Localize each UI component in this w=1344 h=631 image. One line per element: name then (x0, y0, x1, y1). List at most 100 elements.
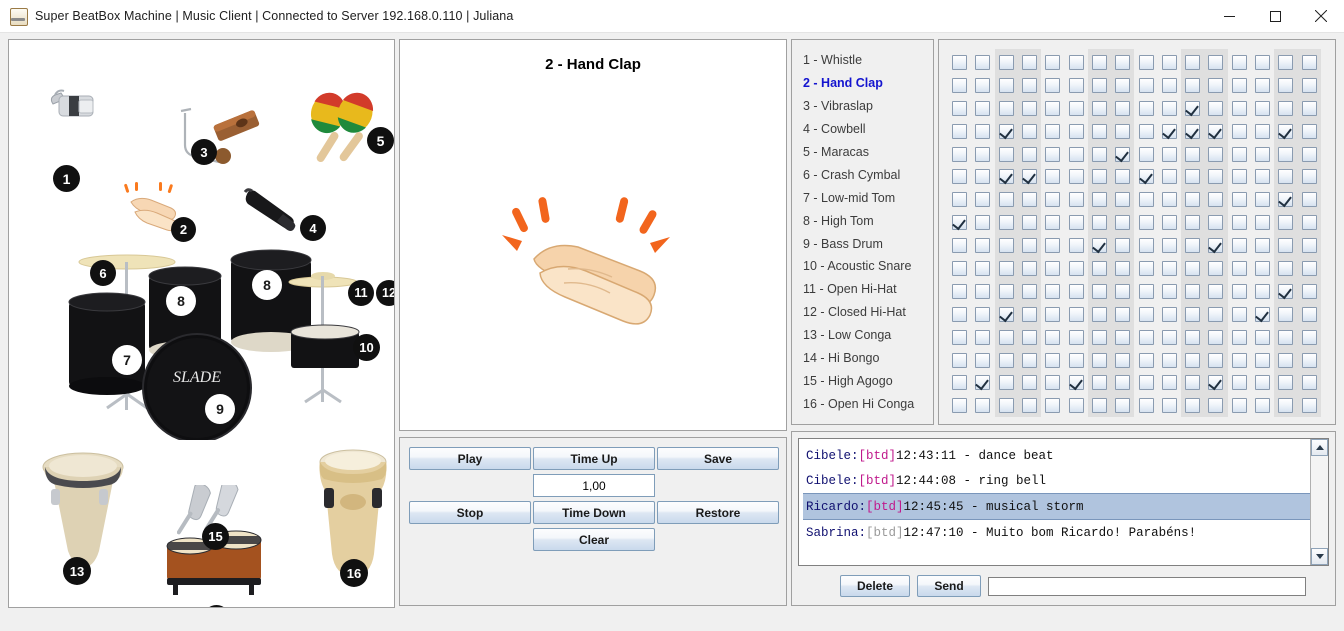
beat-checkbox[interactable] (1278, 283, 1294, 299)
beat-checkbox[interactable] (1208, 146, 1224, 162)
beat-checkbox[interactable] (952, 329, 968, 345)
beat-checkbox[interactable] (952, 146, 968, 162)
beat-checkbox[interactable] (1231, 146, 1247, 162)
beat-checkbox[interactable] (1161, 260, 1177, 276)
beat-checkbox[interactable] (1115, 306, 1131, 322)
beat-checkbox[interactable] (1185, 77, 1201, 93)
beat-checkbox[interactable] (1045, 398, 1061, 414)
instrument-list-item[interactable]: 11 - Open Hi-Hat (792, 278, 933, 301)
instrument-list-item[interactable]: 6 - Crash Cymbal (792, 163, 933, 186)
beat-checkbox[interactable] (975, 123, 991, 139)
time-up-button[interactable]: Time Up (533, 447, 655, 470)
beat-checkbox[interactable] (1161, 306, 1177, 322)
beat-checkbox[interactable] (952, 169, 968, 185)
beat-checkbox[interactable] (1231, 329, 1247, 345)
beat-checkbox[interactable] (1022, 375, 1038, 391)
beat-checkbox[interactable] (1208, 352, 1224, 368)
beat-checkbox[interactable] (975, 306, 991, 322)
beat-checkbox[interactable] (1115, 375, 1131, 391)
beat-checkbox[interactable] (1068, 260, 1084, 276)
beat-checkbox[interactable] (1208, 54, 1224, 70)
beat-checkbox[interactable] (952, 215, 968, 231)
beat-checkbox[interactable] (1161, 215, 1177, 231)
instrument-list-item[interactable]: 13 - Low Conga (792, 324, 933, 347)
beat-checkbox[interactable] (1091, 306, 1107, 322)
maximize-button[interactable] (1252, 0, 1298, 32)
beat-checkbox[interactable] (1091, 192, 1107, 208)
beat-checkbox[interactable] (1022, 238, 1038, 254)
beat-checkbox[interactable] (1022, 283, 1038, 299)
beat-checkbox[interactable] (1301, 329, 1317, 345)
beat-checkbox[interactable] (1161, 169, 1177, 185)
beat-checkbox[interactable] (998, 169, 1014, 185)
beat-checkbox[interactable] (998, 192, 1014, 208)
beat-checkbox[interactable] (1231, 77, 1247, 93)
beat-checkbox[interactable] (1208, 192, 1224, 208)
instrument-list-item[interactable]: 7 - Low-mid Tom (792, 186, 933, 209)
beat-checkbox[interactable] (1161, 329, 1177, 345)
beat-checkbox[interactable] (975, 260, 991, 276)
chat-message[interactable]: Cibele: [btd] 12:44:08 - ring bell (803, 468, 1310, 493)
beat-checkbox[interactable] (1115, 283, 1131, 299)
beat-checkbox[interactable] (1022, 146, 1038, 162)
beat-checkbox[interactable] (1068, 77, 1084, 93)
beat-checkbox[interactable] (1278, 306, 1294, 322)
beat-checkbox[interactable] (1301, 283, 1317, 299)
beat-checkbox[interactable] (1115, 169, 1131, 185)
beat-checkbox[interactable] (1115, 100, 1131, 116)
beat-checkbox[interactable] (1161, 375, 1177, 391)
beat-checkbox[interactable] (998, 352, 1014, 368)
beat-checkbox[interactable] (952, 123, 968, 139)
beat-checkbox[interactable] (1091, 100, 1107, 116)
beat-checkbox[interactable] (1255, 123, 1270, 139)
beat-checkbox[interactable] (1068, 352, 1084, 368)
beat-checkbox[interactable] (1138, 352, 1154, 368)
beat-checkbox[interactable] (1185, 352, 1201, 368)
beat-checkbox[interactable] (1185, 260, 1201, 276)
beat-checkbox[interactable] (1231, 398, 1247, 414)
beat-checkbox[interactable] (1208, 375, 1224, 391)
beat-checkbox[interactable] (1301, 100, 1317, 116)
beat-checkbox[interactable] (1185, 329, 1201, 345)
beat-checkbox[interactable] (1138, 123, 1154, 139)
beat-checkbox[interactable] (1138, 146, 1154, 162)
beat-checkbox[interactable] (1208, 77, 1224, 93)
beat-checkbox[interactable] (1255, 54, 1270, 70)
beat-checkbox[interactable] (1091, 238, 1107, 254)
beat-checkbox[interactable] (1045, 54, 1061, 70)
play-button[interactable]: Play (409, 447, 531, 470)
beat-checkbox[interactable] (1115, 123, 1131, 139)
beat-checkbox[interactable] (998, 260, 1014, 276)
beat-checkbox[interactable] (1185, 375, 1201, 391)
beat-checkbox[interactable] (1068, 238, 1084, 254)
beat-checkbox[interactable] (1022, 352, 1038, 368)
beat-checkbox[interactable] (1138, 54, 1154, 70)
beat-checkbox[interactable] (1115, 260, 1131, 276)
beat-checkbox[interactable] (998, 100, 1014, 116)
beat-checkbox[interactable] (1185, 398, 1201, 414)
beat-checkbox[interactable] (1301, 77, 1317, 93)
beat-checkbox[interactable] (1022, 329, 1038, 345)
beat-checkbox[interactable] (998, 123, 1014, 139)
beat-checkbox[interactable] (1161, 398, 1177, 414)
beat-checkbox[interactable] (1115, 238, 1131, 254)
beat-checkbox[interactable] (1068, 146, 1084, 162)
beat-checkbox[interactable] (1022, 169, 1038, 185)
beat-checkbox[interactable] (975, 169, 991, 185)
beat-checkbox[interactable] (1045, 77, 1061, 93)
beat-checkbox[interactable] (998, 54, 1014, 70)
scroll-up-arrow-icon[interactable] (1311, 439, 1328, 456)
beat-checkbox[interactable] (952, 77, 968, 93)
beat-checkbox[interactable] (1138, 260, 1154, 276)
beat-checkbox[interactable] (1301, 238, 1317, 254)
beat-checkbox[interactable] (1091, 54, 1107, 70)
beat-checkbox[interactable] (1138, 329, 1154, 345)
beat-checkbox[interactable] (1185, 54, 1201, 70)
instrument-list-item[interactable]: 3 - Vibraslap (792, 95, 933, 118)
chat-input[interactable] (988, 576, 1306, 596)
beat-checkbox[interactable] (1068, 215, 1084, 231)
beat-checkbox[interactable] (1231, 192, 1247, 208)
beat-checkbox[interactable] (952, 54, 968, 70)
beat-checkbox[interactable] (952, 306, 968, 322)
beat-checkbox[interactable] (1045, 169, 1061, 185)
